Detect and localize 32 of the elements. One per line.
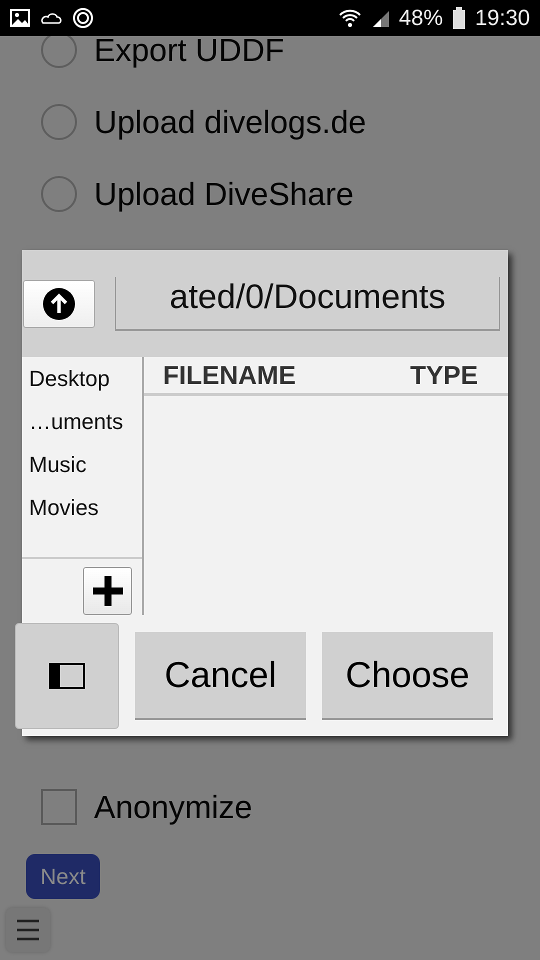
column-header: FILENAME <box>163 360 296 390</box>
cloud-icon <box>40 11 62 25</box>
sidebar-icon <box>49 662 85 688</box>
place-item[interactable]: Movies <box>22 486 142 529</box>
radio-button[interactable] <box>41 176 77 212</box>
dialog-button[interactable]: Cancel <box>135 632 306 720</box>
battery-icon <box>452 7 465 29</box>
next-button[interactable]: Next <box>26 854 100 899</box>
signal-icon <box>370 9 389 27</box>
option-label: Upload divelogs.de <box>94 104 366 140</box>
menu-button[interactable] <box>6 908 50 952</box>
path-field[interactable]: ated/0/Documents <box>115 276 500 330</box>
menu-icon <box>16 919 40 941</box>
up-button[interactable] <box>23 280 95 328</box>
place-item[interactable]: Desktop <box>22 357 142 400</box>
battery-percent: 48% <box>398 5 443 31</box>
sync-icon <box>72 7 94 29</box>
option-label: Upload DiveShare <box>94 176 354 212</box>
checkbox[interactable] <box>41 789 77 825</box>
image-icon <box>10 9 30 27</box>
sidebar-toggle-button[interactable] <box>15 622 119 728</box>
wifi-icon <box>338 9 361 27</box>
place-item[interactable]: Music <box>22 443 142 486</box>
checkbox-label: Anonymize <box>94 788 252 826</box>
radio-button[interactable] <box>41 104 77 140</box>
plus-icon <box>90 574 124 608</box>
add-button[interactable] <box>83 567 132 615</box>
column-header: TYPE <box>410 360 478 390</box>
clock: 19:30 <box>474 5 530 31</box>
place-item[interactable]: …uments <box>22 400 142 443</box>
option-label: Export UDDF <box>94 32 284 68</box>
dialog-button[interactable]: Choose <box>322 632 493 720</box>
